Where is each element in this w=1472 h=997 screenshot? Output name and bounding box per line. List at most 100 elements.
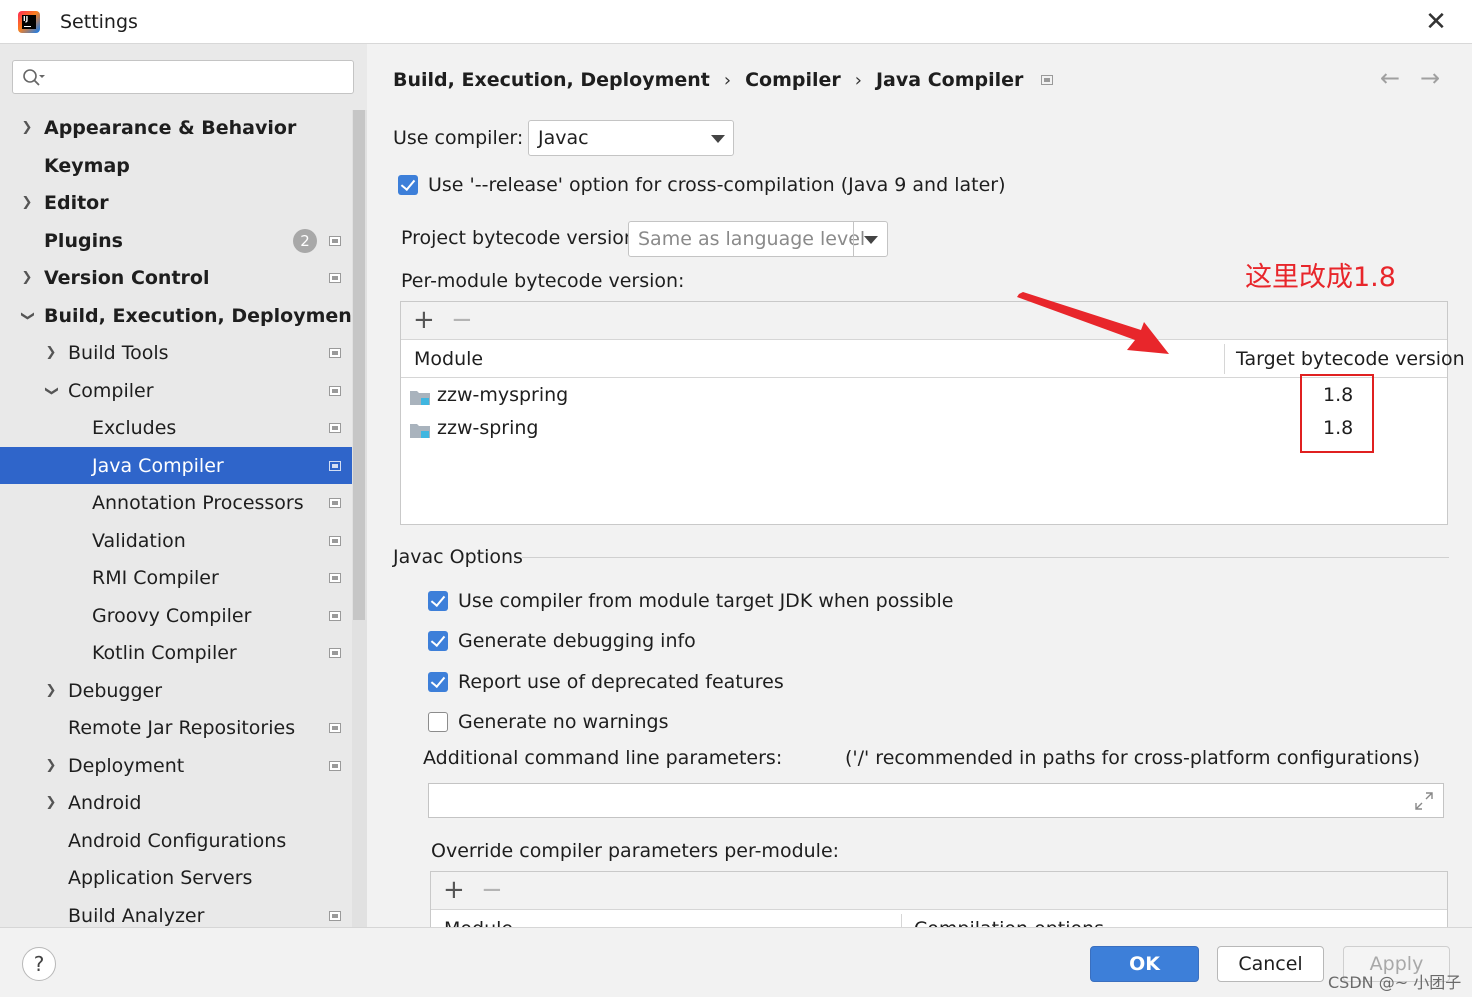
chevron-down-icon	[711, 135, 725, 143]
table-toolbar: + −	[401, 302, 1447, 340]
search-input[interactable]	[49, 63, 349, 91]
sidebar-item-label: Version Control	[44, 266, 210, 289]
chevron-right-icon[interactable]: ❯	[44, 683, 58, 698]
sidebar-item-debugger[interactable]: ❯ Debugger	[0, 672, 352, 709]
arrow-left-icon[interactable]: ←	[1380, 64, 1400, 92]
dropdown-divider	[853, 222, 854, 256]
sidebar-item-build-analyzer[interactable]: Build Analyzer	[0, 897, 352, 927]
plugins-update-badge: 2	[293, 228, 317, 253]
deprecated-features-checkbox[interactable]	[428, 672, 448, 692]
release-option-label: Use '--release' option for cross-compila…	[428, 174, 1006, 196]
sidebar-item-groovy-compiler[interactable]: Groovy Compiler	[0, 597, 352, 634]
sidebar-item-label: Compiler	[68, 379, 154, 402]
cancel-button[interactable]: Cancel	[1217, 946, 1324, 982]
chevron-right-icon[interactable]: ❯	[20, 195, 34, 210]
sidebar-item-android[interactable]: ❯ Android	[0, 784, 352, 821]
use-compiler-label: Use compiler:	[393, 127, 524, 149]
module-folder-icon	[410, 424, 430, 438]
project-level-icon	[329, 910, 341, 921]
table-toolbar: + −	[431, 872, 1447, 910]
group-separator	[522, 557, 1449, 558]
project-level-icon	[329, 460, 341, 471]
project-bytecode-dropdown[interactable]: Same as language level	[628, 221, 888, 257]
project-level-icon	[329, 497, 341, 508]
project-bytecode-placeholder: Same as language level	[638, 228, 866, 250]
use-module-jdk-checkbox[interactable]	[428, 591, 448, 611]
sidebar-item-label: Application Servers	[68, 866, 253, 889]
sidebar-item-label: Debugger	[68, 679, 163, 702]
column-divider[interactable]	[901, 914, 902, 927]
remove-icon[interactable]: −	[481, 876, 503, 904]
search-icon[interactable]	[21, 67, 45, 89]
sidebar-item-remote-jar-repositories[interactable]: Remote Jar Repositories	[0, 709, 352, 746]
sidebar-item-build-execution-deployment[interactable]: ❯ Build, Execution, Deployment	[0, 297, 361, 334]
use-compiler-value: Javac	[538, 127, 589, 149]
sidebar-item-rmi-compiler[interactable]: RMI Compiler	[0, 559, 352, 596]
column-header-options[interactable]: Compilation options	[914, 918, 1104, 927]
chevron-down-icon[interactable]: ❯	[20, 309, 35, 323]
chevron-right-icon[interactable]: ❯	[44, 795, 58, 810]
sidebar-item-java-compiler[interactable]: Java Compiler	[0, 447, 367, 484]
sidebar-item-compiler[interactable]: ❯ Compiler	[0, 372, 352, 409]
annotation-arrow-icon	[1017, 292, 1169, 354]
sidebar-item-label: Groovy Compiler	[92, 604, 252, 627]
table-row[interactable]: zzw-spring 1.8	[401, 413, 1447, 446]
sidebar-item-editor[interactable]: ❯ Editor	[0, 184, 352, 221]
breadcrumb-item[interactable]: Compiler	[745, 69, 841, 91]
chevron-down-icon[interactable]: ❯	[44, 384, 59, 398]
table-row[interactable]: zzw-myspring 1.8	[401, 380, 1447, 413]
add-icon[interactable]: +	[413, 306, 435, 334]
breadcrumb: Build, Execution, Deployment › Compiler …	[393, 68, 1054, 92]
sidebar-item-android-configurations[interactable]: Android Configurations	[0, 822, 352, 859]
project-level-icon	[329, 272, 341, 283]
breadcrumb-item[interactable]: Build, Execution, Deployment	[393, 69, 710, 91]
sidebar-item-version-control[interactable]: ❯ Version Control	[0, 259, 352, 296]
sidebar-item-kotlin-compiler[interactable]: Kotlin Compiler	[0, 634, 352, 671]
sidebar-item-appearance-behavior[interactable]: ❯ Appearance & Behavior	[0, 109, 352, 146]
search-box[interactable]	[12, 60, 354, 94]
project-level-icon	[1041, 75, 1054, 85]
add-icon[interactable]: +	[443, 876, 465, 904]
project-level-icon	[329, 722, 341, 733]
sidebar-item-keymap[interactable]: Keymap	[0, 147, 352, 184]
settings-content: Build, Execution, Deployment › Compiler …	[367, 44, 1472, 927]
additional-params-label: Additional command line parameters:	[423, 747, 783, 769]
per-module-label: Per-module bytecode version:	[401, 270, 685, 292]
chevron-right-icon[interactable]: ❯	[20, 270, 34, 285]
column-header-module[interactable]: Module	[414, 348, 483, 370]
no-warnings-checkbox[interactable]	[428, 712, 448, 732]
sidebar-item-annotation-processors[interactable]: Annotation Processors	[0, 484, 352, 521]
chevron-down-icon[interactable]	[864, 236, 878, 244]
ok-button[interactable]: OK	[1090, 946, 1199, 982]
sidebar-item-plugins[interactable]: Plugins 2	[0, 222, 352, 259]
sidebar-item-build-tools[interactable]: ❯ Build Tools	[0, 334, 352, 371]
override-params-label: Override compiler parameters per-module:	[431, 840, 840, 862]
chevron-right-icon[interactable]: ❯	[44, 345, 58, 360]
additional-params-input[interactable]	[428, 783, 1444, 818]
remove-icon[interactable]: −	[451, 306, 473, 334]
sidebar-item-application-servers[interactable]: Application Servers	[0, 859, 352, 896]
sidebar-item-label: Kotlin Compiler	[92, 641, 237, 664]
chevron-right-icon[interactable]: ❯	[20, 120, 34, 135]
chevron-right-icon[interactable]: ❯	[44, 758, 58, 773]
arrow-right-icon[interactable]: →	[1420, 64, 1440, 92]
sidebar-scrollbar-thumb[interactable]	[353, 110, 365, 620]
column-header-target[interactable]: Target bytecode version	[1236, 348, 1465, 370]
help-button[interactable]: ?	[22, 947, 56, 981]
close-icon[interactable]: ✕	[1422, 8, 1450, 36]
sidebar-item-label: Annotation Processors	[92, 491, 304, 514]
sidebar-item-excludes[interactable]: Excludes	[0, 409, 352, 446]
expand-icon[interactable]	[1414, 791, 1434, 811]
release-option-checkbox[interactable]	[398, 175, 418, 195]
sidebar-item-validation[interactable]: Validation	[0, 522, 352, 559]
deprecated-features-label: Report use of deprecated features	[458, 671, 784, 693]
column-divider[interactable]	[1224, 344, 1225, 374]
column-header-module[interactable]: Module	[444, 918, 513, 927]
module-name: zzw-spring	[437, 417, 539, 439]
sidebar-item-deployment[interactable]: ❯ Deployment	[0, 747, 352, 784]
sidebar-item-label: Plugins	[44, 229, 123, 252]
use-compiler-dropdown[interactable]: Javac	[528, 120, 734, 156]
per-module-table: + − Module Target bytecode version zzw-m…	[400, 301, 1465, 525]
additional-params-hint: ('/' recommended in paths for cross-plat…	[845, 747, 1420, 769]
debugging-info-checkbox[interactable]	[428, 631, 448, 651]
